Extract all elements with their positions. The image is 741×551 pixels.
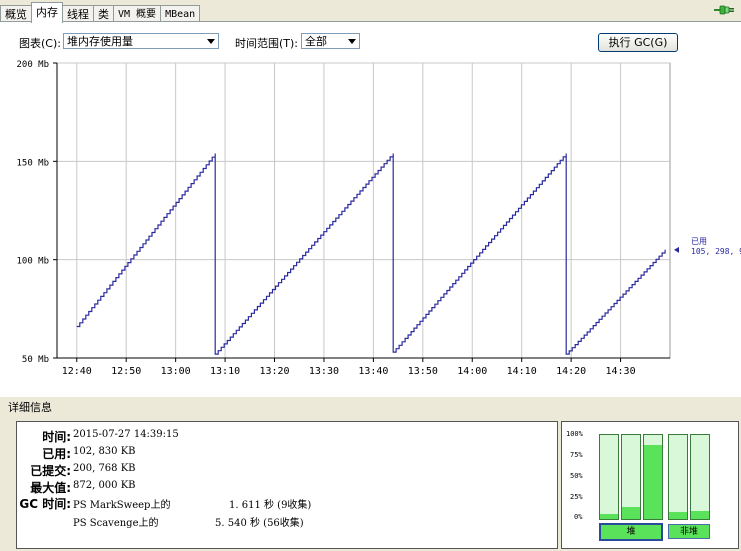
x-tick-label: 13:40 bbox=[358, 366, 388, 377]
nonheap-pool-bar[interactable] bbox=[690, 434, 710, 520]
x-tick-label: 13:00 bbox=[161, 366, 191, 377]
detail-value-used: 102, 830 KB bbox=[73, 446, 136, 457]
y-tick-label: 150 Mb bbox=[16, 158, 49, 168]
x-tick-label: 13:10 bbox=[210, 366, 240, 377]
x-tick-label: 14:30 bbox=[606, 366, 636, 377]
y-tick-label: 100 Mb bbox=[16, 257, 49, 267]
memory-pools: 100% 75% 50% 25% 0% 堆 非堆 bbox=[561, 421, 739, 549]
detail-key-gc-time: GC 时间: bbox=[19, 497, 71, 511]
detail-value-committed: 200, 768 KB bbox=[73, 463, 136, 474]
heap-pool-bar[interactable] bbox=[643, 434, 663, 520]
plot-area bbox=[56, 62, 671, 359]
heap-pool-bar[interactable] bbox=[599, 434, 619, 520]
detail-key-time: 时间: bbox=[42, 430, 71, 444]
detail-key-used: 已用: bbox=[42, 447, 71, 461]
gc-time-scavenge: 5. 540 秒 (56收集) bbox=[215, 518, 304, 529]
x-tick-label: 14:10 bbox=[507, 366, 537, 377]
current-marker bbox=[674, 246, 679, 253]
x-tick-label: 12:50 bbox=[111, 366, 141, 377]
x-tick-label: 14:00 bbox=[457, 366, 487, 377]
y-tick-label: 50 Mb bbox=[22, 355, 49, 365]
details-title: 详细信息 bbox=[8, 401, 52, 414]
pct-label: 75% bbox=[570, 451, 583, 459]
pool-fill bbox=[669, 512, 687, 519]
x-tick-label: 13:50 bbox=[408, 366, 438, 377]
x-tick-label: 13:30 bbox=[309, 366, 339, 377]
pct-label: 0% bbox=[574, 513, 583, 521]
memory-panel: 图表(C): 堆内存使用量 时间范围(T): 全部 执行 GC(G) 12:40… bbox=[0, 21, 741, 397]
current-series-label: 已用 bbox=[691, 237, 707, 246]
heap-button[interactable]: 堆 bbox=[599, 523, 663, 541]
pool-fill bbox=[644, 445, 662, 519]
gc-name-scavenge: PS Scavenge上的 bbox=[73, 518, 159, 529]
pct-label: 100% bbox=[566, 430, 583, 438]
heap-usage-chart: 12:40 12:50 13:00 13:10 13:20 13:30 13:40 13:50… bbox=[16, 60, 741, 377]
x-tick-label: 12:40 bbox=[62, 366, 92, 377]
detail-value-time: 2015-07-27 14:39:15 bbox=[73, 429, 179, 440]
gc-time-marksweep: 1. 611 秒 (9收集) bbox=[229, 500, 312, 511]
x-tick-label: 14:20 bbox=[556, 366, 586, 377]
y-tick-label: 200 Mb bbox=[16, 60, 49, 70]
connection-plug-icon bbox=[714, 5, 734, 15]
nonheap-button[interactable]: 非堆 bbox=[668, 524, 710, 539]
pct-label: 50% bbox=[570, 472, 583, 480]
detail-key-max: 最大值: bbox=[30, 481, 71, 495]
details-box: 时间: 2015-07-27 14:39:15 已用: 102, 830 KB … bbox=[16, 421, 558, 549]
heap-pool-bar[interactable] bbox=[621, 434, 641, 520]
pool-fill bbox=[600, 513, 618, 519]
detail-key-committed: 已提交: bbox=[30, 464, 71, 478]
gc-name-marksweep: PS MarkSweep上的 bbox=[73, 500, 171, 511]
pct-label: 25% bbox=[570, 493, 583, 501]
pool-fill bbox=[691, 510, 709, 519]
tab-bar: 概览 内存 线程 类 VM 概要 MBean bbox=[0, 2, 201, 23]
tab-memory[interactable]: 内存 bbox=[31, 2, 63, 23]
x-tick-label: 13:20 bbox=[259, 366, 289, 377]
detail-value-max: 872, 000 KB bbox=[73, 480, 136, 491]
nonheap-pool-bar[interactable] bbox=[668, 434, 688, 520]
pool-fill bbox=[622, 507, 640, 519]
current-series-value: 105, 298, 904 bbox=[691, 247, 741, 256]
